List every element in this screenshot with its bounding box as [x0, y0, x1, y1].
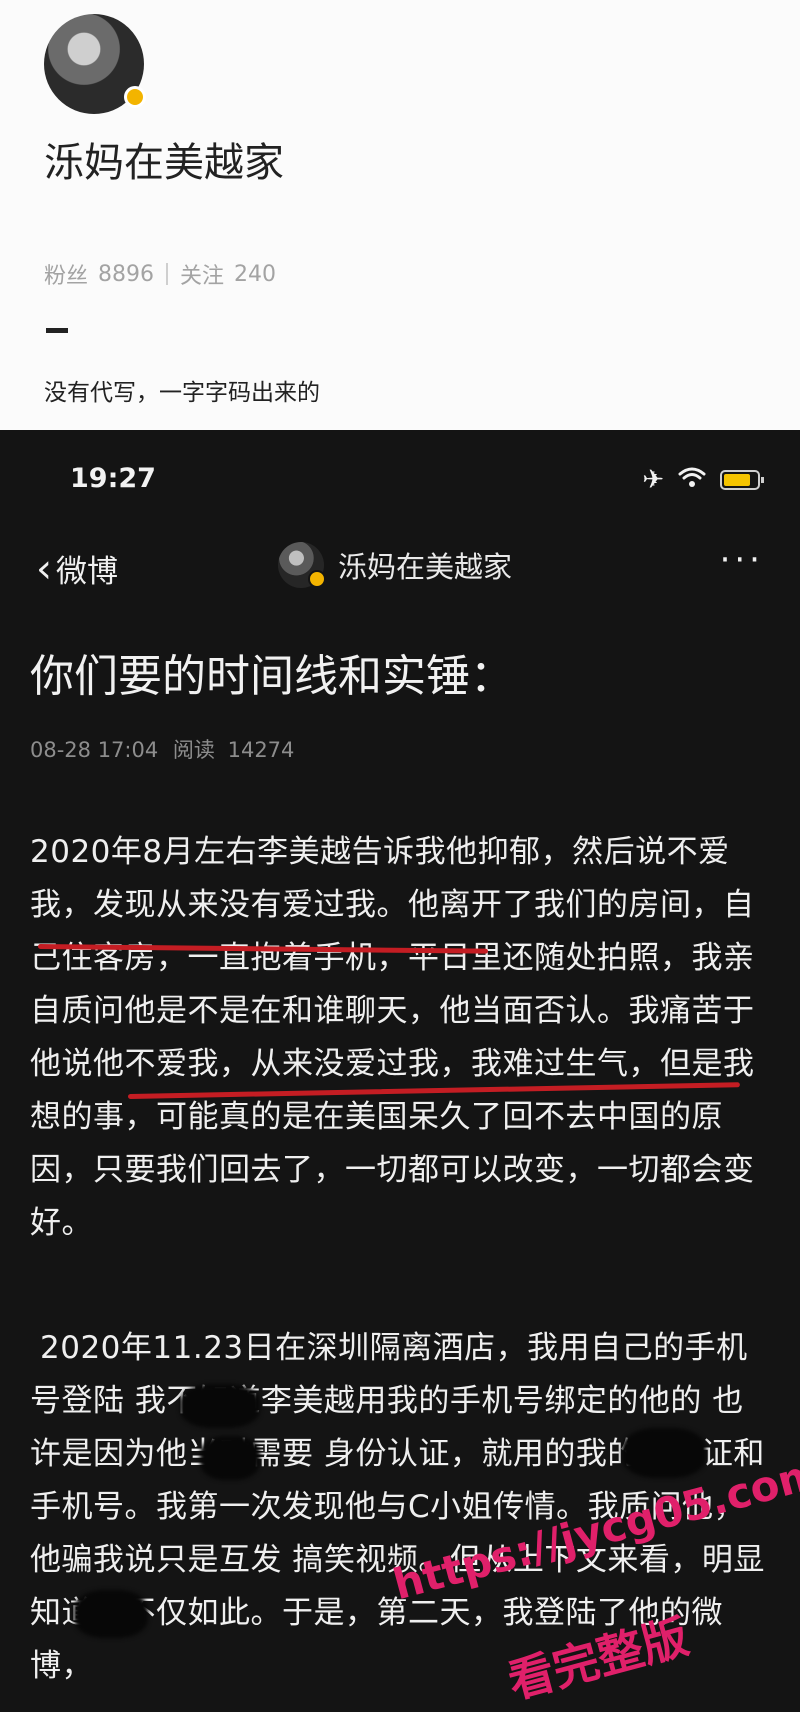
nav-bar: ‹ 微博 泺妈在美越家 ···	[0, 540, 800, 600]
read-label: 阅读	[172, 738, 215, 762]
author-name[interactable]: 泺妈在美越家	[338, 544, 512, 586]
bio-divider	[46, 328, 68, 333]
battery-icon	[720, 470, 764, 490]
chevron-left-icon: ‹	[36, 545, 52, 592]
back-button[interactable]: ‹ 微博	[36, 546, 118, 591]
profile-name: 泺妈在美越家	[44, 140, 284, 186]
follow-label: 关注	[180, 264, 225, 289]
avatar[interactable]	[44, 14, 146, 114]
redaction-blot	[622, 1428, 706, 1478]
author-avatar[interactable]	[278, 542, 326, 588]
airplane-icon: ✈	[642, 465, 664, 495]
redaction-blot	[74, 1590, 148, 1638]
follow-count[interactable]: 240	[234, 262, 276, 287]
fans-label: 粉丝	[44, 264, 89, 289]
verified-badge-icon	[124, 86, 146, 108]
paragraph-text: 2020年8月左右李美越告诉我他抑郁，然后说不爱我，发现从来没有爱过我。他离开了…	[30, 834, 755, 1241]
profile-card: 泺妈在美越家 粉丝 8896 关注 240 没有代写，一字字码出来的	[0, 0, 800, 430]
post-paragraph-1: 2020年8月左右李美越告诉我他抑郁，然后说不爱我，发现从来没有爱过我。他离开了…	[30, 826, 775, 1250]
more-icon[interactable]: ···	[720, 540, 764, 580]
stats-divider	[166, 263, 169, 285]
status-icons: ✈	[642, 465, 764, 495]
wifi-icon	[678, 465, 706, 495]
profile-stats: 粉丝 8896 关注 240	[44, 258, 276, 290]
redaction-blot	[200, 1436, 260, 1480]
verified-badge-icon	[308, 570, 326, 588]
status-bar: 19:27 ✈	[0, 455, 800, 505]
profile-bio: 没有代写，一字字码出来的	[44, 380, 320, 406]
post-meta: 08-28 17:04 阅读 14274	[30, 734, 294, 764]
post-date: 08-28 17:04	[30, 738, 159, 762]
back-label: 微博	[56, 554, 118, 590]
status-time: 19:27	[70, 463, 156, 494]
post-title: 你们要的时间线和实锤：	[30, 651, 514, 702]
nav-author[interactable]: 泺妈在美越家	[278, 542, 512, 588]
fans-count[interactable]: 8896	[98, 262, 154, 287]
read-count: 14274	[227, 738, 295, 762]
redaction-blot	[180, 1384, 260, 1428]
